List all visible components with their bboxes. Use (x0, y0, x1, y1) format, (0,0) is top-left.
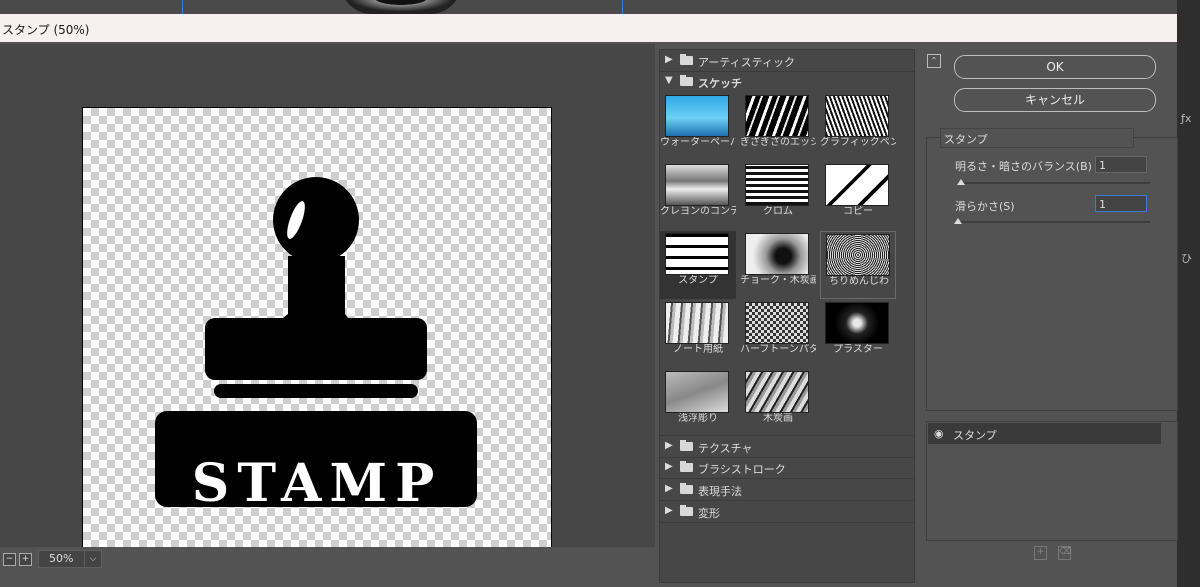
panel-icon: ひ (1181, 252, 1192, 265)
filter-thumb-watercolor-paper[interactable]: ウォーターペーパー (660, 93, 736, 161)
balance-slider[interactable] (957, 179, 1150, 185)
fx-icon: ƒx (1181, 112, 1192, 125)
filter-preview-image (665, 302, 729, 344)
filter-thumb-note-paper[interactable]: ノート用紙 (660, 300, 736, 368)
collapse-arrow-icon: ▼ (665, 75, 673, 86)
preview-bottom-bar: − + 50% ⌵ (0, 547, 655, 587)
folder-icon (680, 505, 693, 516)
category-distort[interactable]: ▶ 変形 (660, 501, 914, 523)
effect-layer-stamp[interactable]: ◉ スタンプ (928, 423, 1161, 444)
expand-arrow-icon: ▶ (665, 440, 673, 451)
zoom-value: 50% (49, 552, 74, 565)
dialog-title: スタンプ (50%) (2, 23, 90, 37)
background-image-fragment (340, 0, 462, 14)
filter-thumb-charcoal[interactable]: 木炭画 (740, 369, 816, 437)
filter-thumb-torn-edges[interactable]: ぎざぎざのエッジ (740, 93, 816, 161)
category-artistic[interactable]: ▶ アーティスティック (660, 50, 914, 72)
folder-icon (680, 75, 693, 86)
zoom-in-button[interactable]: + (19, 553, 32, 566)
filter-preview-image (665, 164, 729, 206)
slider-handle[interactable] (954, 218, 962, 224)
filter-thumb-graphic-pen[interactable]: グラフィックペン (820, 93, 896, 161)
filter-browser[interactable]: ▶ アーティスティック ▼ スケッチ ウォーターペーパー ぎざぎざのエッジ グラ… (659, 49, 915, 583)
zoom-select[interactable]: 50% ⌵ (38, 550, 102, 568)
filter-thumb-reticulation[interactable]: ちりめんじわ (820, 231, 896, 299)
filter-preview-image (825, 95, 889, 137)
category-brush-strokes[interactable]: ▶ ブラシストローク (660, 457, 914, 479)
folder-icon (680, 483, 693, 494)
preview-canvas[interactable]: STAMP (82, 107, 552, 583)
smoothness-slider[interactable] (954, 218, 1150, 224)
eye-icon[interactable]: ◉ (934, 427, 944, 440)
filter-preview-image (745, 302, 809, 344)
trash-icon[interactable]: ⌫ (1058, 546, 1072, 560)
zoom-out-button[interactable]: − (3, 553, 16, 566)
dialog-titlebar[interactable]: スタンプ (50%) (0, 14, 1177, 43)
slider-handle[interactable] (957, 179, 965, 185)
filter-thumb-bas-relief[interactable]: 浅浮彫り (660, 369, 736, 437)
new-layer-icon[interactable]: + (1034, 546, 1047, 560)
filter-select[interactable]: スタンプ ⌵ (940, 128, 1134, 148)
filter-preview-image (745, 95, 809, 137)
collapse-icon[interactable]: ⌃ (927, 54, 941, 68)
balance-input[interactable]: 1 (1095, 156, 1147, 173)
category-texture[interactable]: ▶ テクスチャ (660, 435, 914, 458)
chevron-down-icon: ⌵ (944, 131, 951, 141)
guide-line (182, 0, 183, 14)
expand-arrow-icon: ▶ (665, 461, 673, 472)
background-canvas-strip (0, 0, 1200, 14)
balance-label: 明るさ・暗さのバランス(B) (955, 160, 1092, 173)
chevron-down-icon: ⌵ (84, 551, 101, 567)
filter-thumb-plaster[interactable]: プラスター (820, 300, 896, 368)
filter-preview-image (665, 233, 729, 275)
smoothness-label: 滑らかさ(S) (955, 200, 1015, 213)
category-sketch[interactable]: ▼ スケッチ (660, 71, 914, 92)
stamp-text: STAMP (191, 453, 443, 514)
filter-thumb-halftone-pattern[interactable]: ハーフトーンパターン (740, 300, 816, 368)
filter-thumb-conte-crayon[interactable]: クレヨンのコンテ画 (660, 162, 736, 230)
expand-arrow-icon: ▶ (665, 54, 673, 65)
preview-area[interactable]: STAMP (0, 44, 655, 583)
filter-thumb-photocopy[interactable]: コピー (820, 162, 896, 230)
filter-preview-image (825, 164, 889, 206)
filter-preview-image (826, 234, 890, 276)
folder-icon (680, 54, 693, 65)
filter-thumb-chrome[interactable]: クロム (740, 162, 816, 230)
folder-icon (680, 461, 693, 472)
cancel-button[interactable]: キャンセル (954, 88, 1156, 112)
filter-preview-image (665, 95, 729, 137)
filter-preview-image (665, 371, 729, 413)
filter-preview-image (825, 302, 889, 344)
guide-line (622, 0, 623, 14)
category-stylize[interactable]: ▶ 表現手法 (660, 479, 914, 501)
filter-preview-image (745, 371, 809, 413)
filter-preview-image (745, 164, 809, 206)
app-right-toolbar: ƒx ひ (1177, 0, 1200, 587)
folder-icon (680, 440, 693, 451)
filter-thumb-chalk-charcoal[interactable]: チョーク・木炭画 (740, 231, 816, 299)
expand-arrow-icon: ▶ (665, 505, 673, 516)
filter-preview-image (745, 233, 809, 275)
smoothness-input[interactable]: 1 (1095, 195, 1147, 212)
expand-arrow-icon: ▶ (665, 483, 673, 494)
filter-thumb-stamp[interactable]: スタンプ (660, 231, 736, 299)
ok-button[interactable]: OK (954, 55, 1156, 79)
